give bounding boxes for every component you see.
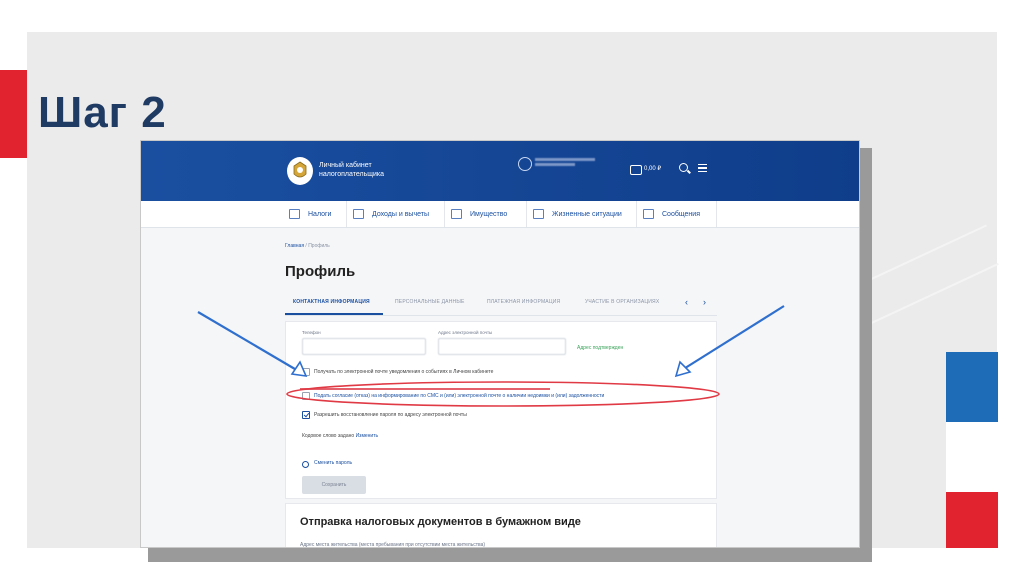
right-arrow-line — [681, 305, 785, 371]
annotation-overlay — [197, 305, 785, 407]
highlight-ellipse — [286, 381, 720, 407]
left-arrow-line — [197, 311, 301, 373]
right-arrow-head-icon — [674, 360, 692, 378]
